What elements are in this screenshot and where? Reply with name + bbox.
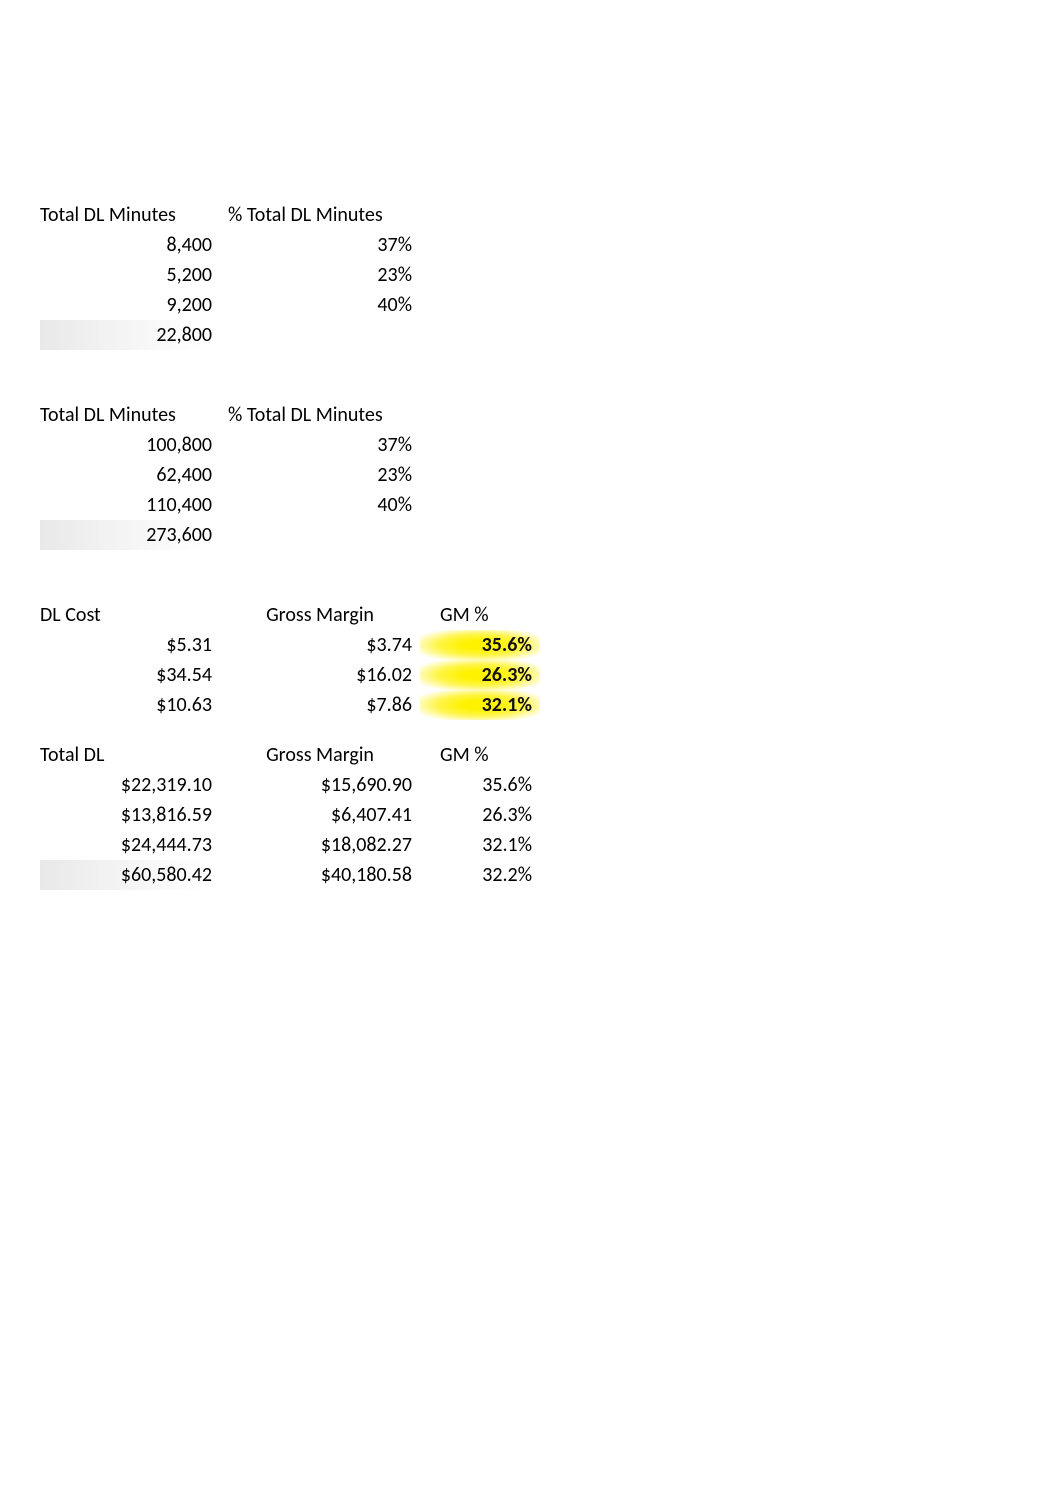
cell-value: 5,200 bbox=[40, 260, 220, 290]
cell-value: $6,407.41 bbox=[220, 800, 420, 830]
table-row: $34.54 $16.02 26.3% bbox=[40, 660, 1062, 690]
cell-value: 35.6% bbox=[420, 770, 540, 800]
cell-value: 100,800 bbox=[40, 430, 220, 460]
cell-value: $10.63 bbox=[40, 690, 220, 720]
cell-value: 40% bbox=[220, 290, 420, 320]
cell-value: $18,082.27 bbox=[220, 830, 420, 860]
cell-value: 9,200 bbox=[40, 290, 220, 320]
cell-value: 26.3% bbox=[420, 800, 540, 830]
table-dl-minutes-1: Total DL Minutes % Total DL Minutes 8,40… bbox=[40, 200, 1062, 350]
table-row: 8,400 37% bbox=[40, 230, 1062, 260]
header-total-dl-minutes: Total DL Minutes bbox=[40, 400, 220, 430]
cell-value: 40% bbox=[220, 490, 420, 520]
header-gm-pct: GM % bbox=[420, 600, 540, 630]
table-row: $5.31 $3.74 35.6% bbox=[40, 630, 1062, 660]
table-dl-minutes-2: Total DL Minutes % Total DL Minutes 100,… bbox=[40, 400, 1062, 550]
table-row: $13,816.59 $6,407.41 26.3% bbox=[40, 800, 1062, 830]
cell-value: $34.54 bbox=[40, 660, 220, 690]
table-row: $10.63 $7.86 32.1% bbox=[40, 690, 1062, 720]
cell-highlight: 32.1% bbox=[420, 690, 540, 720]
cell-total: $40,180.58 bbox=[220, 860, 420, 890]
table-total-row: 273,600 bbox=[40, 520, 1062, 550]
header-gross-margin: Gross Margin bbox=[220, 740, 420, 770]
cell-value: 37% bbox=[220, 230, 420, 260]
header-gm-pct: GM % bbox=[420, 740, 540, 770]
table-total-row: 22,800 bbox=[40, 320, 1062, 350]
header-pct-total-dl-minutes: % Total DL Minutes bbox=[220, 400, 420, 430]
cell-value: $22,319.10 bbox=[40, 770, 220, 800]
header-dl-cost: DL Cost bbox=[40, 600, 220, 630]
cell-value: 110,400 bbox=[40, 490, 220, 520]
table-row: 110,400 40% bbox=[40, 490, 1062, 520]
spreadsheet: Total DL Minutes % Total DL Minutes 8,40… bbox=[0, 0, 1062, 890]
cell-value: $5.31 bbox=[40, 630, 220, 660]
cell-empty bbox=[220, 320, 420, 350]
cell-highlight: 26.3% bbox=[420, 660, 540, 690]
cell-value: $15,690.90 bbox=[220, 770, 420, 800]
table-total-row: $60,580.42 $40,180.58 32.2% bbox=[40, 860, 1062, 890]
cell-value: $3.74 bbox=[220, 630, 420, 660]
header-total-dl-minutes: Total DL Minutes bbox=[40, 200, 220, 230]
cell-value: $13,816.59 bbox=[40, 800, 220, 830]
cell-total: 273,600 bbox=[40, 520, 220, 550]
cell-total: $60,580.42 bbox=[40, 860, 220, 890]
table-total-dl: Total DL Gross Margin GM % $22,319.10 $1… bbox=[40, 740, 1062, 890]
cell-value: $24,444.73 bbox=[40, 830, 220, 860]
cell-value: $7.86 bbox=[220, 690, 420, 720]
cell-total: 32.2% bbox=[420, 860, 540, 890]
table-row: 5,200 23% bbox=[40, 260, 1062, 290]
table-row: $22,319.10 $15,690.90 35.6% bbox=[40, 770, 1062, 800]
cell-total: 22,800 bbox=[40, 320, 220, 350]
cell-value: 62,400 bbox=[40, 460, 220, 490]
cell-value: 23% bbox=[220, 460, 420, 490]
cell-empty bbox=[220, 520, 420, 550]
cell-value: 8,400 bbox=[40, 230, 220, 260]
header-pct-total-dl-minutes: % Total DL Minutes bbox=[220, 200, 420, 230]
table-dl-cost: DL Cost Gross Margin GM % $5.31 $3.74 35… bbox=[40, 600, 1062, 720]
cell-value: 23% bbox=[220, 260, 420, 290]
table-row: 62,400 23% bbox=[40, 460, 1062, 490]
header-total-dl: Total DL bbox=[40, 740, 220, 770]
table-row: $24,444.73 $18,082.27 32.1% bbox=[40, 830, 1062, 860]
table-row: 100,800 37% bbox=[40, 430, 1062, 460]
header-gross-margin: Gross Margin bbox=[220, 600, 420, 630]
cell-highlight: 35.6% bbox=[420, 630, 540, 660]
cell-value: 32.1% bbox=[420, 830, 540, 860]
table-row: 9,200 40% bbox=[40, 290, 1062, 320]
cell-value: $16.02 bbox=[220, 660, 420, 690]
cell-value: 37% bbox=[220, 430, 420, 460]
